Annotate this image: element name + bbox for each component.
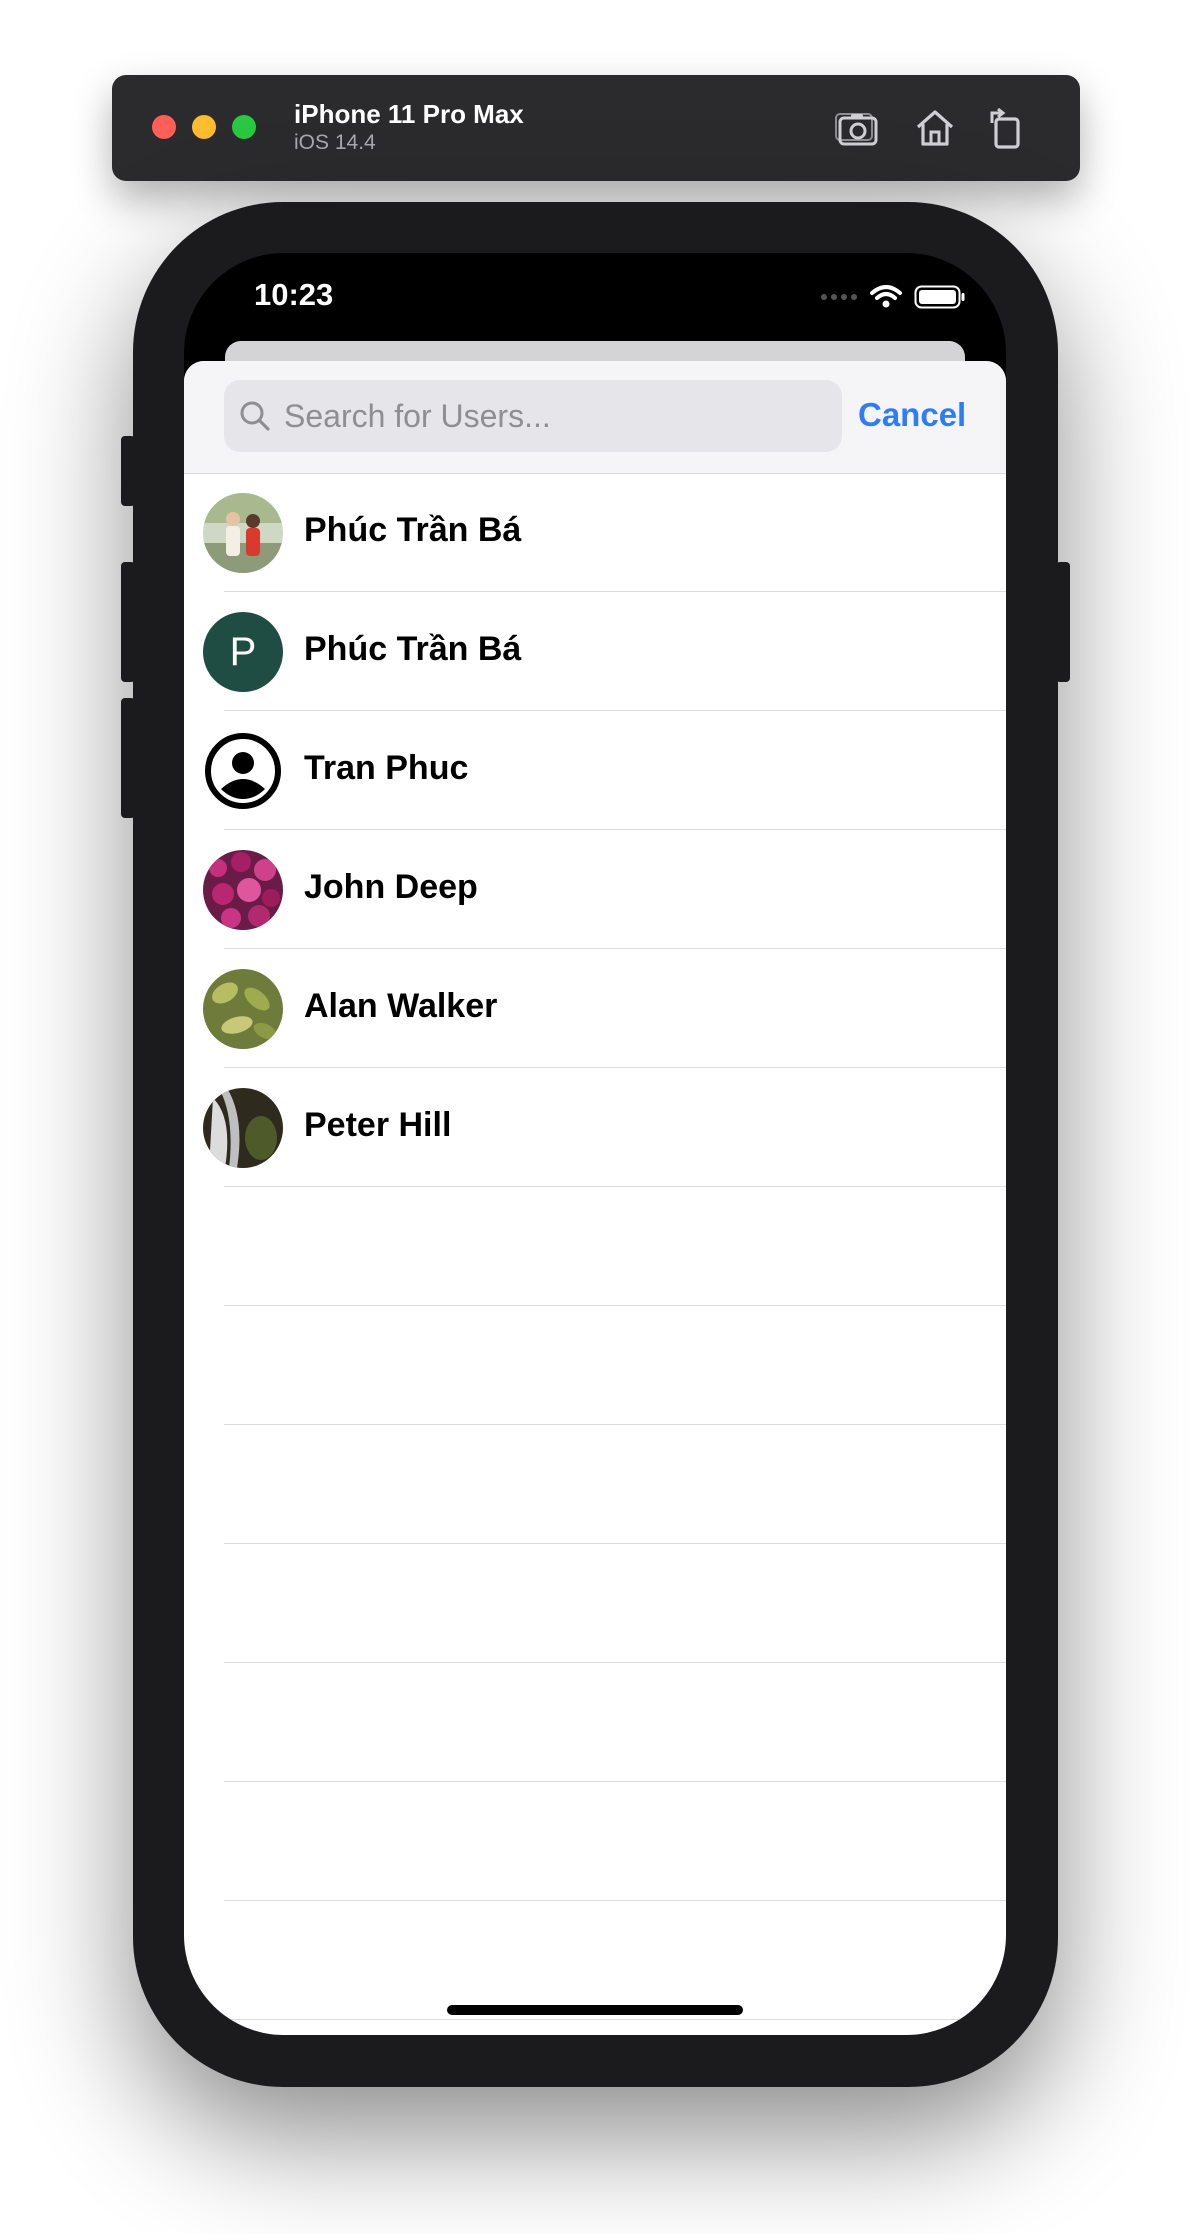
list-item[interactable]: Tran Phuc bbox=[184, 711, 1006, 830]
avatar bbox=[203, 1088, 283, 1168]
list-item[interactable]: Phúc Trần Bá bbox=[184, 473, 1006, 592]
list-item[interactable]: John Deep bbox=[184, 830, 1006, 949]
volume-up-button bbox=[121, 562, 135, 682]
notch bbox=[387, 253, 802, 313]
volume-down-button bbox=[121, 698, 135, 818]
avatar bbox=[203, 969, 283, 1049]
search-header: Cancel bbox=[184, 361, 1006, 474]
user-list: Phúc Trần Bá P Phúc Trần Bá Tran Phuc Jo… bbox=[184, 473, 1006, 2020]
user-photo bbox=[203, 493, 283, 573]
close-window-button[interactable] bbox=[152, 115, 176, 139]
user-photo bbox=[203, 850, 283, 930]
os-version: iOS 14.4 bbox=[294, 131, 376, 154]
simulator-toolbar: iPhone 11 Pro Max iOS 14.4 bbox=[112, 75, 1080, 181]
home-button[interactable] bbox=[910, 103, 960, 153]
search-field[interactable] bbox=[224, 380, 842, 452]
list-item[interactable]: Alan Walker bbox=[184, 949, 1006, 1068]
minimize-window-button[interactable] bbox=[192, 115, 216, 139]
user-name: Phúc Trần Bá bbox=[304, 630, 522, 668]
search-icon bbox=[240, 401, 270, 431]
empty-row bbox=[184, 1901, 1006, 2020]
device-name: iPhone 11 Pro Max bbox=[294, 99, 524, 129]
power-button bbox=[1056, 562, 1070, 682]
user-name: Peter Hill bbox=[304, 1106, 452, 1144]
home-icon bbox=[916, 110, 954, 146]
empty-row bbox=[184, 1306, 1006, 1425]
avatar: P bbox=[203, 612, 283, 692]
status-time: 10:23 bbox=[254, 277, 334, 312]
mute-switch bbox=[121, 436, 135, 506]
avatar bbox=[203, 731, 283, 811]
cellular-signal-icon bbox=[821, 294, 857, 300]
user-photo bbox=[203, 969, 283, 1049]
default-person-icon bbox=[205, 733, 281, 809]
wifi-icon bbox=[870, 285, 902, 308]
cancel-button[interactable]: Cancel bbox=[858, 396, 966, 434]
rotate-button[interactable] bbox=[982, 103, 1032, 153]
search-users-sheet: Cancel Phúc Trần Bá bbox=[184, 361, 1006, 2035]
empty-row bbox=[184, 1425, 1006, 1544]
avatar-initial: P bbox=[229, 629, 257, 674]
user-name: Phúc Trần Bá bbox=[304, 511, 522, 549]
empty-row bbox=[184, 1663, 1006, 1782]
rotate-icon bbox=[990, 107, 1020, 149]
user-name: Alan Walker bbox=[304, 987, 498, 1025]
user-name: John Deep bbox=[304, 868, 478, 906]
status-icons bbox=[820, 285, 966, 309]
battery-icon bbox=[914, 285, 965, 309]
phone-screen: 10:23 Cancel bbox=[184, 253, 1006, 2035]
empty-row bbox=[184, 1782, 1006, 1901]
list-item[interactable]: Peter Hill bbox=[184, 1068, 1006, 1187]
list-item[interactable]: P Phúc Trần Bá bbox=[184, 592, 1006, 711]
user-photo bbox=[203, 1088, 283, 1168]
avatar bbox=[203, 493, 283, 573]
screenshot-button[interactable] bbox=[833, 103, 883, 153]
screenshot-icon bbox=[835, 113, 878, 146]
avatar bbox=[203, 850, 283, 930]
home-indicator[interactable] bbox=[447, 2005, 743, 2015]
search-input[interactable] bbox=[282, 396, 826, 436]
user-name: Tran Phuc bbox=[304, 749, 469, 787]
empty-row bbox=[184, 1544, 1006, 1663]
zoom-window-button[interactable] bbox=[232, 115, 256, 139]
empty-row bbox=[184, 1187, 1006, 1306]
